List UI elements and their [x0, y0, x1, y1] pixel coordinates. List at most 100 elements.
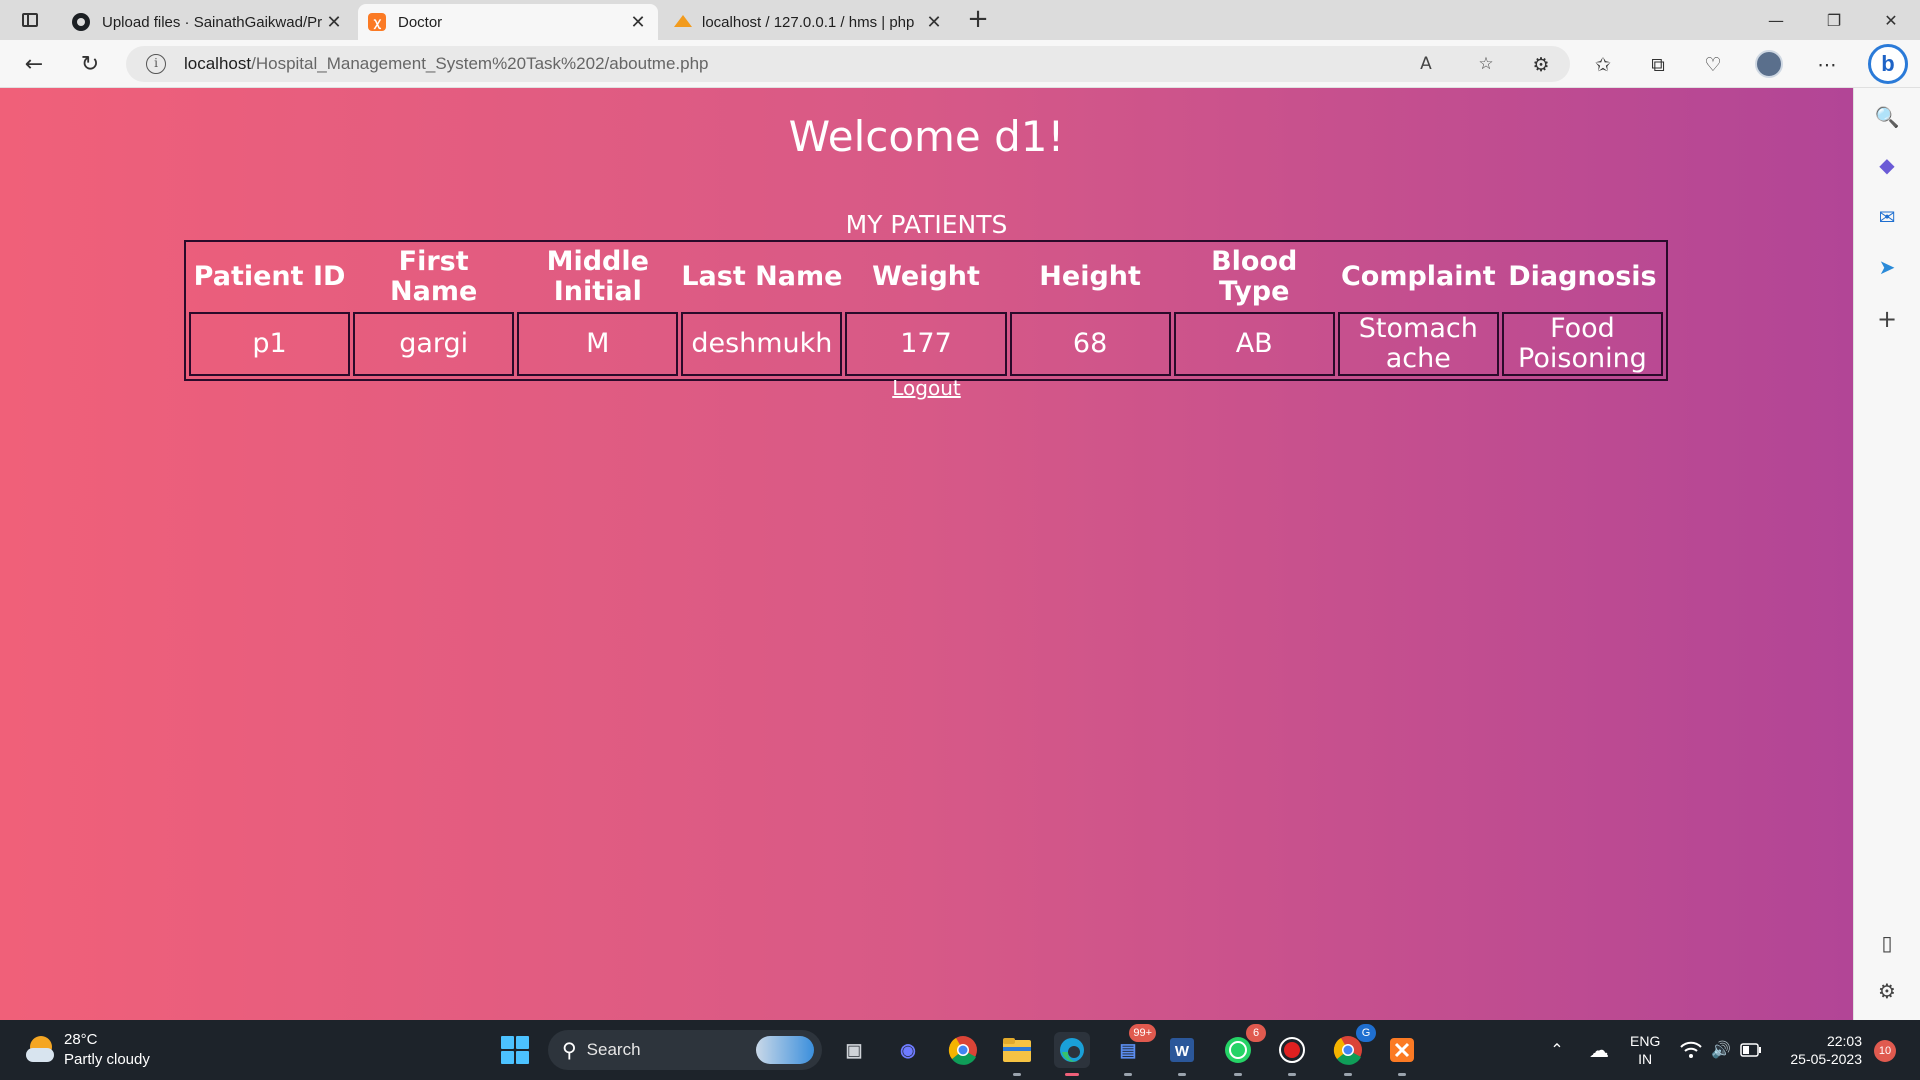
column-header: Last Name	[681, 261, 843, 292]
language-code: ENG	[1630, 1033, 1661, 1049]
column-header: Complaint	[1340, 261, 1496, 292]
column-header: Height	[1039, 261, 1141, 292]
region-code: IN	[1638, 1051, 1653, 1067]
chrome-profile-icon[interactable]: G	[1330, 1024, 1376, 1076]
word-icon[interactable]: W	[1164, 1032, 1200, 1076]
edge-icon[interactable]	[1054, 1032, 1090, 1076]
weather-condition: Partly cloudy	[64, 1051, 150, 1068]
column-header: Diagnosis	[1508, 261, 1657, 292]
extensions-icon[interactable]: ⚙	[1528, 52, 1554, 78]
meet-icon[interactable]: ◉	[890, 1032, 926, 1068]
tab-actions-icon[interactable]	[14, 8, 46, 32]
logout-container: Logout	[0, 376, 1853, 400]
taskbar: 28°C Partly cloudy ⚲ Search ▣ ◉ ▤ 99+ W 6…	[0, 1020, 1920, 1080]
search-icon: ⚲	[562, 1039, 577, 1062]
more-options-icon[interactable]: ⋯	[1814, 52, 1840, 78]
onedrive-icon[interactable]: ☁	[1584, 1020, 1614, 1080]
close-icon[interactable]: ✕	[628, 12, 648, 33]
tab-github-upload[interactable]: Upload files · SainathGaikwad/Pr ✕	[62, 4, 354, 40]
file-explorer-icon[interactable]	[999, 1032, 1035, 1076]
logout-link[interactable]: Logout	[892, 376, 960, 400]
table-cell: gargi	[353, 312, 515, 376]
xampp-icon[interactable]	[1384, 1032, 1420, 1076]
favorites-icon[interactable]: ✩	[1590, 52, 1616, 78]
new-tab-button[interactable]: +	[964, 6, 992, 34]
back-button[interactable]: ←	[18, 48, 50, 80]
url-text: localhost/Hospital_Management_System%20T…	[184, 54, 709, 73]
chrome-icon[interactable]	[945, 1032, 981, 1068]
search-highlight-image	[756, 1036, 814, 1064]
browser-essentials-icon[interactable]: ♡	[1700, 52, 1726, 78]
volume-icon[interactable]: 🔊	[1708, 1020, 1734, 1080]
tab-title: localhost / 127.0.0.1 / hms | php	[702, 13, 915, 31]
search-icon[interactable]: 🔍	[1874, 104, 1900, 130]
column-header: Blood Type	[1211, 246, 1298, 307]
tab-title: Doctor	[398, 13, 443, 31]
close-icon[interactable]: ✕	[324, 12, 344, 33]
notification-badge[interactable]: 10	[1874, 1040, 1896, 1062]
task-view-icon[interactable]: ▣	[836, 1032, 872, 1068]
table-cell: 177	[845, 312, 1007, 376]
xampp-icon: ꭓ	[368, 13, 386, 31]
table-header-row: Patient ID First Name Middle Initial Las…	[189, 245, 1663, 309]
wifi-icon[interactable]	[1678, 1020, 1704, 1080]
patients-table: Patient ID First Name Middle Initial Las…	[184, 240, 1668, 381]
column-header: Middle Initial	[546, 246, 649, 307]
sidebar-toggle-icon[interactable]: ▯	[1874, 930, 1900, 956]
table-cell: p1	[189, 312, 351, 376]
system-clock[interactable]: 22:03 25-05-2023	[1778, 1032, 1862, 1068]
column-header: First Name	[390, 246, 478, 307]
whatsapp-icon[interactable]: 6	[1220, 1024, 1266, 1076]
phpmyadmin-icon	[672, 13, 692, 31]
tab-doctor[interactable]: ꭓ Doctor ✕	[358, 4, 658, 40]
whatsapp-badge: 6	[1246, 1024, 1266, 1042]
edge-sidebar: 🔍 ◆ ✉ ➤ + ▯ ⚙	[1853, 88, 1920, 1020]
tab-phpmyadmin[interactable]: localhost / 127.0.0.1 / hms | php ✕	[662, 4, 954, 40]
temperature: 28°C	[64, 1031, 98, 1048]
show-hidden-icons[interactable]: ⌃	[1545, 1020, 1569, 1080]
copilot-icon[interactable]: ◆	[1874, 152, 1900, 178]
send-icon[interactable]: ➤	[1874, 254, 1900, 280]
taskbar-search[interactable]: ⚲ Search	[548, 1030, 822, 1070]
page-content: Welcome d1! MY PATIENTS Patient ID First…	[0, 88, 1853, 1020]
address-bar[interactable]: i localhost/Hospital_Management_System%2…	[126, 46, 1570, 82]
refresh-button[interactable]: ↻	[74, 48, 106, 80]
table-cell: Stomach ache	[1337, 312, 1499, 376]
outlook-icon[interactable]: ✉	[1874, 204, 1900, 230]
windows-start-icon[interactable]	[501, 1036, 529, 1064]
minimize-button[interactable]: —	[1747, 0, 1805, 40]
table-cell: 68	[1009, 312, 1171, 376]
language-indicator[interactable]: ENG IN	[1630, 1032, 1660, 1068]
settings-icon[interactable]: ⚙	[1874, 978, 1900, 1004]
clock-date: 25-05-2023	[1790, 1051, 1862, 1067]
welcome-heading: Welcome d1!	[788, 112, 1065, 161]
table-cell: M	[517, 312, 679, 376]
close-window-button[interactable]: ✕	[1862, 0, 1920, 40]
tab-title: Upload files · SainathGaikwad/Pr	[102, 13, 323, 31]
site-info-icon[interactable]: i	[146, 54, 166, 74]
navigation-bar: ← ↻ i localhost/Hospital_Management_Syst…	[0, 40, 1920, 88]
add-favorite-icon[interactable]: ☆	[1474, 52, 1498, 76]
bing-copilot-icon[interactable]: b	[1868, 44, 1908, 84]
github-icon	[72, 13, 90, 31]
clock-time: 22:03	[1826, 1033, 1862, 1049]
table-cell: AB	[1173, 312, 1335, 376]
tab-bar: Upload files · SainathGaikwad/Pr ✕ ꭓ Doc…	[0, 0, 1920, 40]
collections-icon[interactable]: ⧉	[1645, 52, 1671, 78]
patients-caption: MY PATIENTS	[845, 210, 1008, 239]
teams-badge: 99+	[1129, 1024, 1156, 1042]
read-aloud-icon[interactable]: A	[1414, 52, 1438, 76]
add-icon[interactable]: +	[1874, 305, 1900, 333]
restore-button[interactable]: ❐	[1805, 0, 1863, 40]
battery-icon[interactable]	[1738, 1020, 1764, 1080]
table-row: p1 gargi M deshmukh 177 68 AB Stomach ac…	[189, 312, 1663, 376]
chrome-profile-badge: G	[1356, 1024, 1376, 1042]
weather-widget[interactable]: 28°C Partly cloudy	[64, 1030, 150, 1070]
column-header: Weight	[872, 261, 980, 292]
teams-icon[interactable]: ▤ 99+	[1110, 1024, 1156, 1076]
close-icon[interactable]: ✕	[924, 12, 944, 33]
weather-icon[interactable]	[26, 1034, 56, 1064]
record-icon[interactable]	[1274, 1032, 1310, 1076]
search-label: Search	[586, 1040, 641, 1059]
profile-avatar[interactable]	[1755, 50, 1783, 78]
